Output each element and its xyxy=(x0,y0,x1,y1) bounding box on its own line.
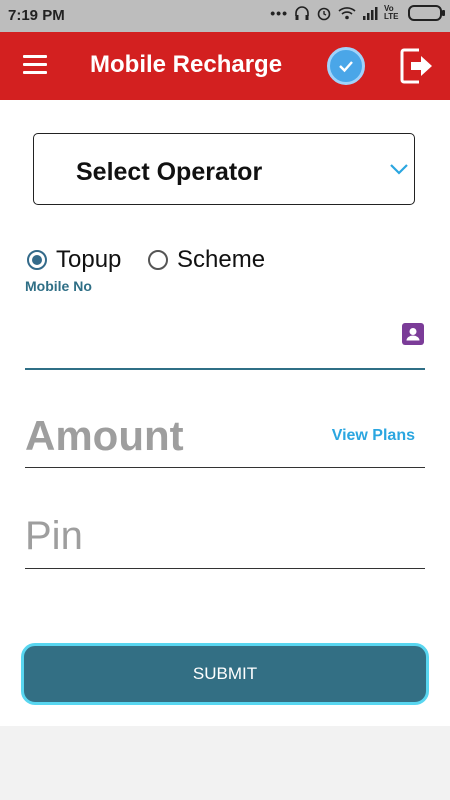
operator-select[interactable]: Select Operator xyxy=(33,133,415,205)
network-type: Vo LTE xyxy=(384,4,399,21)
pin-placeholder: Pin xyxy=(25,514,83,558)
status-time: 7:19 PM xyxy=(8,7,65,24)
wifi-icon xyxy=(338,7,356,20)
status-bar: 7:19 PM ••• Vo LTE xyxy=(0,0,450,32)
check-icon[interactable] xyxy=(327,47,365,85)
amount-placeholder: Amount xyxy=(25,412,184,459)
radio-scheme-indicator xyxy=(148,250,168,270)
radio-topup[interactable]: Topup xyxy=(27,246,121,274)
headphones-icon xyxy=(295,6,309,20)
page-title: Mobile Recharge xyxy=(90,51,283,78)
menu-icon[interactable] xyxy=(23,55,47,75)
logout-icon[interactable] xyxy=(399,47,435,85)
view-plans-link[interactable]: View Plans xyxy=(332,427,415,445)
mobile-number-input[interactable] xyxy=(25,300,425,370)
radio-topup-label: Topup xyxy=(56,246,122,273)
signal-icon xyxy=(363,7,378,20)
radio-scheme-label: Scheme xyxy=(177,246,266,273)
chevron-down-icon xyxy=(390,164,408,175)
radio-scheme[interactable]: Scheme xyxy=(148,246,265,274)
contacts-icon[interactable] xyxy=(402,323,424,345)
operator-select-value: Select Operator xyxy=(76,158,263,186)
battery-icon xyxy=(408,5,445,21)
radio-topup-indicator xyxy=(27,250,47,270)
app-bar: Mobile Recharge xyxy=(0,32,450,100)
recharge-form: Select Operator Topup Scheme Mobile No A… xyxy=(0,100,450,726)
submit-button[interactable]: SUBMIT xyxy=(21,643,429,705)
mobile-number-label: Mobile No xyxy=(25,278,92,294)
notification-dots: ••• xyxy=(270,5,288,21)
amount-input[interactable]: Amount View Plans xyxy=(25,400,425,468)
pin-input[interactable]: Pin xyxy=(25,500,425,569)
status-icons: ••• Vo LTE xyxy=(270,4,445,21)
alarm-icon xyxy=(317,7,331,21)
